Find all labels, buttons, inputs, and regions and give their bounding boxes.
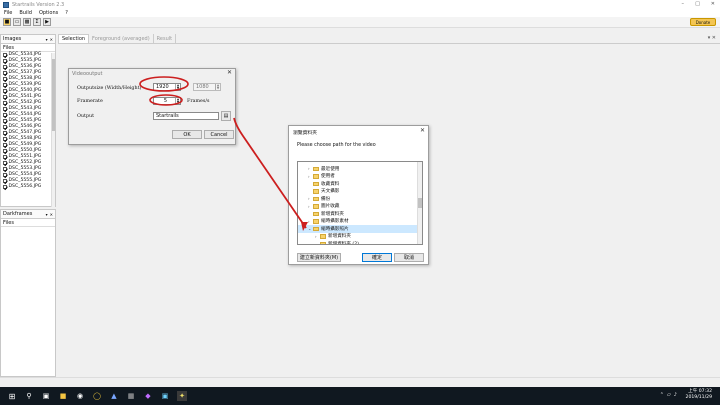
taskbar: ⊞ ⚲ ▣ ■ ◉ ◯ ▲ ▦ ◆ ▣ ✦ 上午 07:32 2019/11/2… bbox=[0, 387, 720, 405]
task-view-icon[interactable]: ▣ bbox=[41, 391, 51, 401]
app-icon-1[interactable]: ▲ bbox=[109, 391, 119, 401]
arrow-head bbox=[301, 222, 308, 231]
tray-icons[interactable]: ⌃▱♪ bbox=[660, 392, 680, 398]
annotation-arrow bbox=[233, 117, 307, 229]
start-icon[interactable]: ⊞ bbox=[7, 391, 17, 401]
highlight-ellipse-fps bbox=[149, 94, 183, 106]
clock[interactable]: 上午 07:32 2019/11/29 bbox=[686, 389, 712, 401]
file-explorer-icon[interactable]: ■ bbox=[58, 391, 68, 401]
clock-date: 2019/11/29 bbox=[685, 395, 712, 400]
chrome-icon[interactable]: ◯ bbox=[92, 391, 102, 401]
search-icon[interactable]: ⚲ bbox=[24, 391, 34, 401]
status-bar bbox=[0, 377, 720, 387]
highlight-ellipse-width bbox=[139, 76, 189, 92]
calculator-icon[interactable]: ▦ bbox=[126, 391, 136, 401]
photos-icon[interactable]: ▣ bbox=[160, 391, 170, 401]
media-icon[interactable]: ◉ bbox=[75, 391, 85, 401]
startrails-taskbar-icon[interactable]: ✦ bbox=[177, 391, 187, 401]
annotation-overlay bbox=[139, 76, 308, 231]
app-icon-2[interactable]: ◆ bbox=[143, 391, 153, 401]
